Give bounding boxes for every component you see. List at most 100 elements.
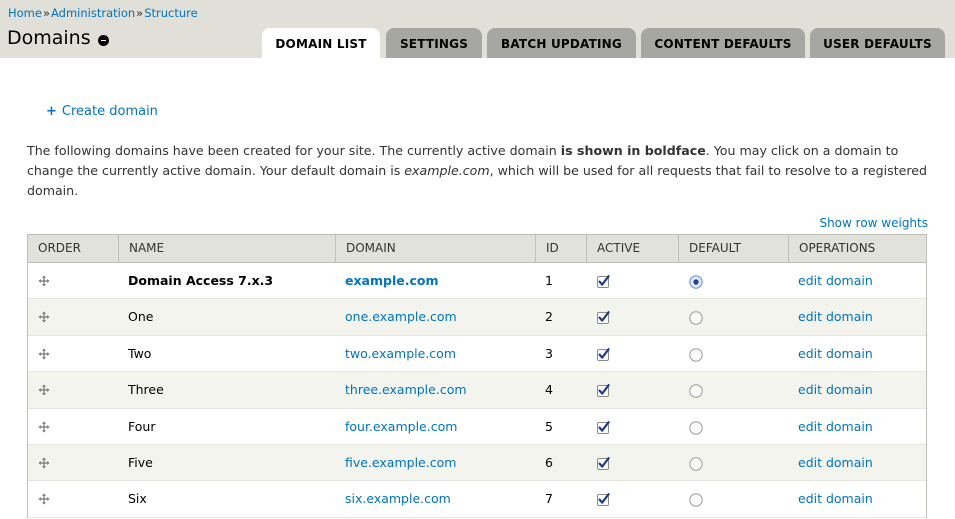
drag-handle-icon[interactable] bbox=[38, 348, 50, 360]
table-row: One one.example.com 2 edit domain bbox=[28, 299, 926, 336]
plus-icon: + bbox=[46, 104, 57, 119]
domain-link[interactable]: four.example.com bbox=[345, 419, 457, 434]
active-checkbox[interactable] bbox=[597, 493, 610, 507]
edit-domain-link[interactable]: edit domain bbox=[798, 419, 873, 434]
drag-handle-icon[interactable] bbox=[38, 457, 50, 469]
domain-table: ORDER NAME DOMAIN ID ACTIVE DEFAULT OPER… bbox=[27, 234, 927, 518]
domain-link[interactable]: five.example.com bbox=[345, 455, 456, 470]
breadcrumb-separator: » bbox=[136, 6, 144, 20]
domain-name: Domain Access 7.x.3 bbox=[128, 273, 274, 288]
default-radio[interactable] bbox=[689, 348, 703, 362]
domain-link[interactable]: example.com bbox=[345, 273, 438, 288]
domain-name: One bbox=[128, 309, 154, 325]
table-row: Five five.example.com 6 edit domain bbox=[28, 444, 926, 482]
tab-batch-updating[interactable]: BATCH UPDATING bbox=[487, 28, 636, 58]
domain-id: 5 bbox=[545, 418, 553, 434]
default-radio[interactable] bbox=[689, 493, 703, 508]
operations-cell: edit domain bbox=[798, 409, 873, 445]
intro-part1: The following domains have been created … bbox=[27, 143, 561, 158]
domain-link[interactable]: three.example.com bbox=[345, 382, 467, 397]
default-radio[interactable] bbox=[689, 311, 703, 326]
active-checkbox[interactable] bbox=[597, 457, 610, 470]
breadcrumb-administration[interactable]: Administration bbox=[51, 6, 135, 20]
remove-shortcut-icon[interactable] bbox=[98, 35, 109, 46]
edit-domain-link[interactable]: edit domain bbox=[798, 273, 873, 288]
operations-cell: edit domain bbox=[798, 299, 873, 335]
column-name: NAME bbox=[118, 235, 335, 262]
default-radio[interactable] bbox=[689, 420, 703, 435]
domain-link[interactable]: one.example.com bbox=[345, 309, 457, 324]
domain-cell: four.example.com bbox=[345, 409, 457, 445]
operations-cell: edit domain bbox=[798, 263, 873, 299]
operations-cell: edit domain bbox=[798, 481, 873, 517]
domain-id: 2 bbox=[545, 309, 553, 325]
breadcrumb-home[interactable]: Home bbox=[8, 6, 42, 20]
operations-cell: edit domain bbox=[798, 336, 873, 372]
domain-id: 3 bbox=[545, 345, 553, 361]
intro-italic: example.com bbox=[404, 163, 490, 178]
column-operations: OPERATIONS bbox=[788, 235, 926, 262]
table-body: Domain Access 7.x.3 example.com 1 edit doma… bbox=[28, 263, 926, 518]
intro-text: The following domains have been created … bbox=[27, 141, 932, 201]
domain-link[interactable]: six.example.com bbox=[345, 491, 451, 506]
active-checkbox[interactable] bbox=[597, 420, 610, 434]
domain-cell: five.example.com bbox=[345, 445, 456, 481]
domain-name: Four bbox=[128, 418, 156, 434]
table-row: Two two.example.com 3 edit domain bbox=[28, 335, 926, 373]
domain-cell: two.example.com bbox=[345, 336, 456, 372]
operations-cell: edit domain bbox=[798, 372, 873, 408]
column-active: ACTIVE bbox=[586, 235, 678, 262]
domain-name: Six bbox=[128, 491, 147, 507]
domain-id: 1 bbox=[545, 273, 553, 288]
edit-domain-link[interactable]: edit domain bbox=[798, 382, 873, 397]
table-row: Domain Access 7.x.3 example.com 1 edit doma… bbox=[28, 263, 926, 300]
domain-id: 4 bbox=[545, 382, 553, 398]
drag-handle-icon[interactable] bbox=[38, 493, 50, 505]
active-checkbox[interactable] bbox=[597, 384, 610, 398]
active-checkbox[interactable] bbox=[597, 311, 610, 325]
active-checkbox[interactable] bbox=[597, 275, 610, 288]
active-checkbox[interactable] bbox=[597, 347, 610, 361]
domain-cell: six.example.com bbox=[345, 481, 451, 517]
drag-handle-icon[interactable] bbox=[38, 384, 50, 396]
breadcrumb: Home»Administration»Structure bbox=[8, 6, 198, 20]
domain-cell: one.example.com bbox=[345, 299, 457, 335]
edit-domain-link[interactable]: edit domain bbox=[798, 309, 873, 324]
default-radio[interactable] bbox=[689, 275, 703, 289]
domain-cell: three.example.com bbox=[345, 372, 467, 408]
column-id: ID bbox=[535, 235, 586, 262]
tab-content-defaults[interactable]: CONTENT DEFAULTS bbox=[641, 28, 805, 58]
domain-name: Three bbox=[128, 382, 164, 398]
create-domain-link[interactable]: + Create domain bbox=[46, 104, 158, 119]
edit-domain-link[interactable]: edit domain bbox=[798, 491, 873, 506]
domain-cell: example.com bbox=[345, 263, 438, 299]
default-radio[interactable] bbox=[689, 457, 703, 471]
domain-id: 7 bbox=[545, 491, 553, 507]
create-domain-label: Create domain bbox=[61, 104, 158, 119]
tab-user-defaults[interactable]: USER DEFAULTS bbox=[810, 28, 945, 58]
domain-id: 6 bbox=[545, 454, 553, 470]
edit-domain-link[interactable]: edit domain bbox=[798, 346, 873, 361]
table-row: Four four.example.com 5 edit domain bbox=[28, 408, 926, 445]
drag-handle-icon[interactable] bbox=[38, 421, 50, 433]
column-default: DEFAULT bbox=[678, 235, 788, 262]
domain-name: Two bbox=[128, 345, 152, 361]
drag-handle-icon[interactable] bbox=[38, 275, 50, 287]
breadcrumb-separator: » bbox=[42, 6, 51, 20]
breadcrumb-structure[interactable]: Structure bbox=[144, 6, 198, 20]
domain-name: Five bbox=[128, 454, 153, 470]
tab-domain-list[interactable]: DOMAIN LIST bbox=[262, 28, 380, 59]
default-radio[interactable] bbox=[689, 384, 703, 398]
domain-link[interactable]: two.example.com bbox=[345, 346, 456, 361]
page-title: Domains bbox=[7, 27, 91, 49]
show-row-weights-link[interactable]: Show row weights bbox=[819, 216, 928, 230]
column-order: ORDER bbox=[38, 241, 81, 255]
table-row: Six six.example.com 7 edit domain bbox=[28, 481, 926, 518]
table-row: Three three.example.com 4 edit domain bbox=[28, 372, 926, 409]
edit-domain-link[interactable]: edit domain bbox=[798, 455, 873, 470]
table-header: ORDER NAME DOMAIN ID ACTIVE DEFAULT OPER… bbox=[28, 235, 926, 263]
drag-handle-icon[interactable] bbox=[38, 311, 50, 323]
tab-settings[interactable]: SETTINGS bbox=[386, 28, 482, 58]
operations-cell: edit domain bbox=[798, 445, 873, 481]
intro-bold: is shown in boldface bbox=[560, 143, 706, 158]
